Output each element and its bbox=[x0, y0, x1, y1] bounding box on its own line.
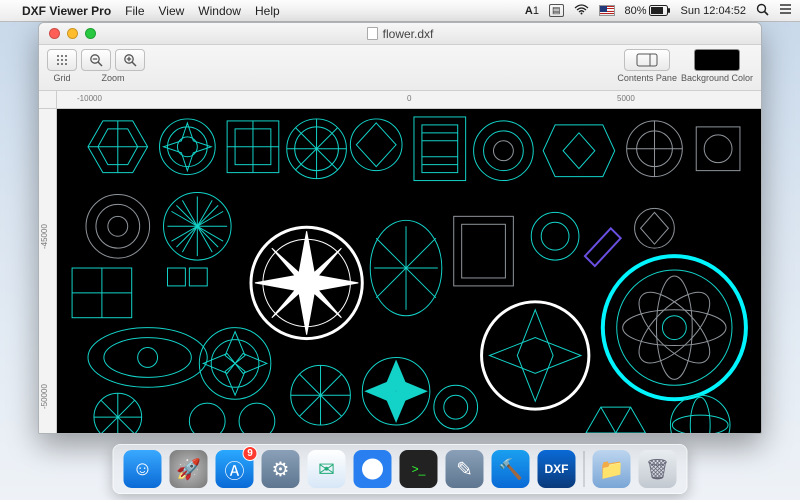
app-name[interactable]: DXF Viewer Pro bbox=[22, 4, 111, 18]
dock-trash[interactable]: 🗑 bbox=[639, 450, 677, 488]
canvas-area: -10000 0 5000 -45000 -50000 bbox=[39, 91, 761, 433]
menu-file[interactable]: File bbox=[125, 4, 144, 18]
menu-help[interactable]: Help bbox=[255, 4, 280, 18]
dock-launchpad[interactable]: 🚀 bbox=[170, 450, 208, 488]
grid-button[interactable] bbox=[47, 49, 77, 71]
adobe-status-icon[interactable]: A1 bbox=[525, 5, 539, 17]
dock-notes[interactable]: ✎ bbox=[446, 450, 484, 488]
grid-label: Grid bbox=[53, 73, 70, 83]
menubar-clock[interactable]: Sun 12:04:52 bbox=[681, 5, 746, 17]
ruler-h-tick: 0 bbox=[407, 94, 411, 103]
contents-pane-tool: Contents Pane bbox=[617, 49, 677, 83]
dock-dxf-viewer[interactable]: DXF bbox=[538, 450, 576, 488]
app-window: flower.dxf Grid Zoom bbox=[38, 22, 762, 434]
zoom-out-button[interactable] bbox=[81, 49, 111, 71]
document-icon bbox=[367, 27, 378, 40]
dock-mail[interactable]: ✉ bbox=[308, 450, 346, 488]
input-source-flag-icon[interactable] bbox=[599, 5, 615, 16]
dock-finder[interactable]: ☺ bbox=[124, 450, 162, 488]
dock-downloads[interactable]: 📁 bbox=[593, 450, 631, 488]
spotlight-search-icon[interactable] bbox=[756, 3, 769, 19]
ruler-v-tick: -50000 bbox=[40, 384, 49, 409]
store-badge: 9 bbox=[243, 446, 258, 461]
text-input-icon[interactable]: ▤ bbox=[549, 4, 564, 17]
dock-sysprefs[interactable]: ⚙ bbox=[262, 450, 300, 488]
zoom-label: Zoom bbox=[101, 73, 124, 83]
dock-separator bbox=[584, 451, 585, 487]
contents-pane-button[interactable] bbox=[624, 49, 670, 71]
ruler-h-tick: 5000 bbox=[617, 94, 635, 103]
toolbar: Grid Zoom Contents Pane Background Color bbox=[39, 45, 761, 91]
window-titlebar[interactable]: flower.dxf bbox=[39, 23, 761, 45]
background-color-tool: Background Color bbox=[681, 49, 753, 83]
window-title: flower.dxf bbox=[39, 27, 761, 41]
vertical-ruler[interactable]: -45000 -50000 bbox=[39, 109, 57, 433]
zoom-tool: Zoom bbox=[81, 49, 145, 83]
background-color-label: Background Color bbox=[681, 73, 753, 83]
window-title-text: flower.dxf bbox=[383, 27, 434, 41]
grid-tool: Grid bbox=[47, 49, 77, 83]
battery-status[interactable]: 80% bbox=[625, 5, 671, 17]
zoom-in-button[interactable] bbox=[115, 49, 145, 71]
dock-xcode[interactable]: 🔨 bbox=[492, 450, 530, 488]
macos-menubar: DXF Viewer Pro File View Window Help A1 … bbox=[0, 0, 800, 22]
menubar-right: A1 ▤ 80% Sun 12:04:52 bbox=[525, 3, 792, 19]
ruler-h-tick: -10000 bbox=[77, 94, 102, 103]
dxf-drawing bbox=[57, 109, 761, 433]
drawing-canvas[interactable] bbox=[57, 109, 761, 433]
menu-window[interactable]: Window bbox=[198, 4, 241, 18]
toolbar-left-group: Grid Zoom bbox=[47, 49, 145, 83]
ruler-corner bbox=[39, 91, 57, 109]
dock-dxf-label: DXF bbox=[545, 462, 569, 476]
menubar-left: DXF Viewer Pro File View Window Help bbox=[8, 4, 280, 18]
toolbar-right-group: Contents Pane Background Color bbox=[617, 49, 753, 83]
contents-pane-label: Contents Pane bbox=[617, 73, 677, 83]
dock-app-store[interactable]: Ⓐ9 bbox=[216, 450, 254, 488]
battery-percent-label: 80% bbox=[625, 5, 647, 17]
notification-center-icon[interactable] bbox=[779, 3, 792, 18]
menu-view[interactable]: View bbox=[159, 4, 185, 18]
dock: ☺ 🚀 Ⓐ9 ⚙ ✉ ✦ >_ ✎ 🔨 DXF 📁 🗑 bbox=[113, 444, 688, 494]
background-color-swatch[interactable] bbox=[694, 49, 740, 71]
ruler-v-tick: -45000 bbox=[40, 224, 49, 249]
horizontal-ruler[interactable]: -10000 0 5000 bbox=[57, 91, 761, 109]
wifi-icon[interactable] bbox=[574, 4, 589, 18]
dock-terminal[interactable]: >_ bbox=[400, 450, 438, 488]
dock-safari[interactable]: ✦ bbox=[354, 450, 392, 488]
